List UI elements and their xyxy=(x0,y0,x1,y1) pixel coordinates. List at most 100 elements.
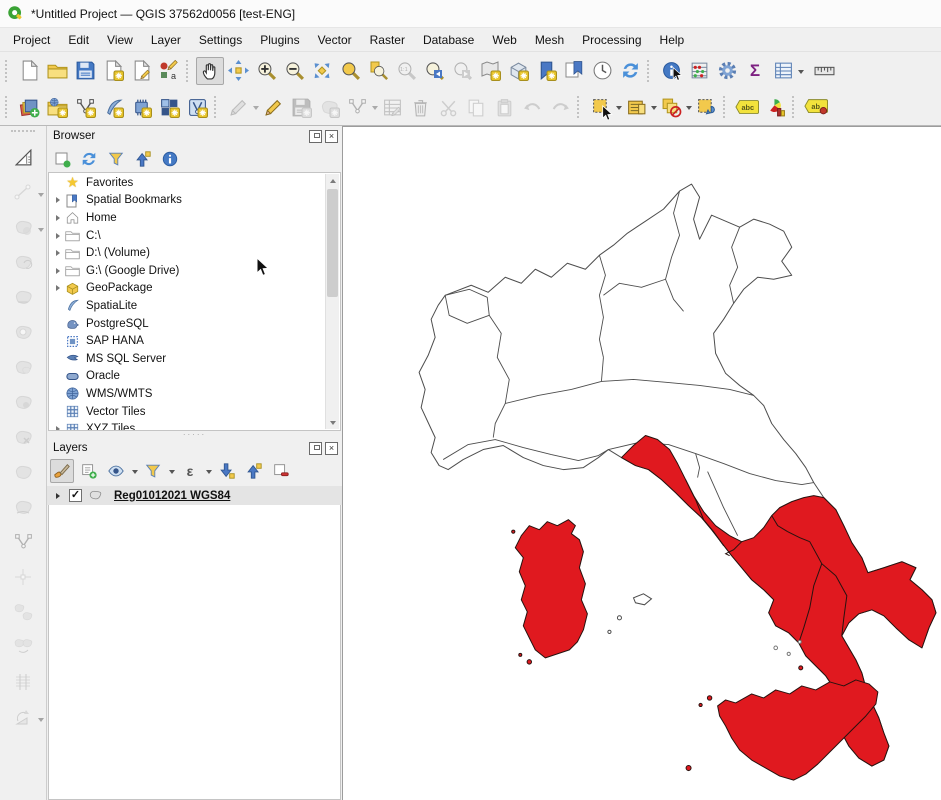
map-themes-dropdown[interactable] xyxy=(132,470,138,477)
move-feature-dropdown[interactable] xyxy=(38,228,44,235)
select-by-location-button[interactable] xyxy=(692,93,720,121)
browser-item-wms[interactable]: WMS/WMTS xyxy=(51,385,324,403)
vertex-editor-button[interactable] xyxy=(7,632,39,662)
new-spatialite-layer-button[interactable] xyxy=(99,93,127,121)
browser-item-sap-hana[interactable]: SAP HANA xyxy=(51,332,324,350)
rotate-feature-button[interactable] xyxy=(7,247,39,277)
scroll-up-arrow[interactable] xyxy=(326,174,339,188)
open-project-button[interactable] xyxy=(43,57,71,85)
browser-refresh-button[interactable] xyxy=(77,147,101,171)
pan-to-selection-button[interactable] xyxy=(224,57,252,85)
menu-mesh[interactable]: Mesh xyxy=(526,30,573,50)
new-virtual-layer-button[interactable] xyxy=(155,93,183,121)
menu-view[interactable]: View xyxy=(98,30,142,50)
expander-icon[interactable] xyxy=(51,233,64,239)
menu-edit[interactable]: Edit xyxy=(59,30,98,50)
menu-layer[interactable]: Layer xyxy=(142,30,190,50)
toolbar-handle[interactable] xyxy=(186,60,193,82)
pan-map-button[interactable] xyxy=(196,57,224,85)
toolbar-handle[interactable] xyxy=(723,96,730,118)
new-3d-map-view-button[interactable] xyxy=(504,57,532,85)
measure-line-button[interactable] xyxy=(810,57,838,85)
offset-curve-button[interactable] xyxy=(7,527,39,557)
layer-diagram-options-button[interactable] xyxy=(761,93,789,121)
toolbar-handle[interactable] xyxy=(5,96,12,118)
new-mesh-layer-button[interactable] xyxy=(183,93,211,121)
zoom-to-layer-button[interactable] xyxy=(364,57,392,85)
add-feature-button[interactable] xyxy=(315,93,343,121)
copy-features-button[interactable] xyxy=(462,93,490,121)
refresh-map-button[interactable] xyxy=(616,57,644,85)
filter-legend-button[interactable] xyxy=(141,459,165,483)
expander-icon[interactable] xyxy=(51,426,64,430)
toolbar-handle[interactable] xyxy=(647,60,654,82)
expander-icon[interactable] xyxy=(51,250,64,256)
move-feature-button[interactable] xyxy=(7,212,39,242)
menu-help[interactable]: Help xyxy=(651,30,694,50)
redo-button[interactable] xyxy=(546,93,574,121)
browser-collapse-all-button[interactable] xyxy=(131,147,155,171)
delete-selected-button[interactable] xyxy=(406,93,434,121)
reshape-features-button[interactable] xyxy=(7,492,39,522)
zoom-native-resolution-button[interactable]: 1:1 xyxy=(392,57,420,85)
open-data-source-manager-button[interactable] xyxy=(15,93,43,121)
new-spatial-bookmark-button[interactable] xyxy=(532,57,560,85)
statistical-summary-button[interactable]: Σ xyxy=(741,57,769,85)
browser-item-vector-tiles[interactable]: Vector Tiles xyxy=(51,403,324,421)
simplify-feature-button[interactable] xyxy=(7,282,39,312)
browser-item-spatialite[interactable]: SpatiaLite xyxy=(51,297,324,315)
layer-labeling-options-button[interactable]: abc xyxy=(733,93,761,121)
identify-features-button[interactable] xyxy=(657,57,685,85)
current-edits-button[interactable] xyxy=(224,93,252,121)
menu-raster[interactable]: Raster xyxy=(361,30,414,50)
filter-browser-button[interactable] xyxy=(104,147,128,171)
layers-float-button[interactable] xyxy=(309,442,322,455)
cut-features-button[interactable] xyxy=(434,93,462,121)
collapse-all-button[interactable] xyxy=(242,459,266,483)
browser-item-geopackage[interactable]: GeoPackage xyxy=(51,280,324,298)
advanced-digitizing-tools-button[interactable] xyxy=(7,142,39,172)
menu-plugins[interactable]: Plugins xyxy=(251,30,308,50)
add-selected-layers-button[interactable] xyxy=(50,147,74,171)
browser-scrollbar[interactable] xyxy=(325,174,339,429)
zoom-last-button[interactable] xyxy=(420,57,448,85)
layer-name[interactable]: Reg01012021 WGS84 xyxy=(114,490,230,502)
browser-item-home[interactable]: Home xyxy=(51,209,324,227)
open-attribute-table-button[interactable] xyxy=(769,57,797,85)
browser-float-button[interactable] xyxy=(309,130,322,143)
delete-ring-button[interactable] xyxy=(7,422,39,452)
zoom-full-extent-button[interactable] xyxy=(308,57,336,85)
toolbar-handle[interactable] xyxy=(214,96,221,118)
layer-expander-icon[interactable] xyxy=(51,493,64,499)
layer-visibility-checkbox[interactable]: ✓ xyxy=(69,489,82,502)
show-spatial-bookmarks-button[interactable] xyxy=(560,57,588,85)
cad-construction-button[interactable] xyxy=(7,177,39,207)
scrollbar-thumb[interactable] xyxy=(327,189,338,297)
browser-item-postgresql[interactable]: PostgreSQL xyxy=(51,315,324,333)
add-ring-button[interactable] xyxy=(7,317,39,347)
save-project-button[interactable] xyxy=(71,57,99,85)
browser-properties-button[interactable] xyxy=(158,147,182,171)
align-features-button[interactable] xyxy=(7,667,39,697)
deselect-features-button[interactable] xyxy=(657,93,685,121)
zoom-out-button[interactable] xyxy=(280,57,308,85)
menu-settings[interactable]: Settings xyxy=(190,30,251,50)
browser-item-c-drive[interactable]: C:\ xyxy=(51,227,324,245)
expander-icon[interactable] xyxy=(51,285,64,291)
browser-item-oracle[interactable]: Oracle xyxy=(51,368,324,386)
temporal-controller-button[interactable] xyxy=(588,57,616,85)
open-layer-styling-button[interactable] xyxy=(50,459,74,483)
menu-database[interactable]: Database xyxy=(414,30,483,50)
browser-item-spatial-bookmarks[interactable]: Spatial Bookmarks xyxy=(51,192,324,210)
merge-features-button[interactable] xyxy=(7,597,39,627)
select-features-by-value-button[interactable] xyxy=(622,93,650,121)
new-print-layout-button[interactable] xyxy=(99,57,127,85)
expander-icon[interactable] xyxy=(51,197,64,203)
select-features-button[interactable] xyxy=(587,93,615,121)
undo-button[interactable] xyxy=(518,93,546,121)
toolbar-handle[interactable] xyxy=(5,60,12,82)
browser-item-favorites[interactable]: ★Favorites xyxy=(51,174,324,192)
toolbar-handle[interactable] xyxy=(577,96,584,118)
browser-item-xyz-tiles[interactable]: XYZ Tiles xyxy=(51,420,324,430)
paste-features-button[interactable] xyxy=(490,93,518,121)
